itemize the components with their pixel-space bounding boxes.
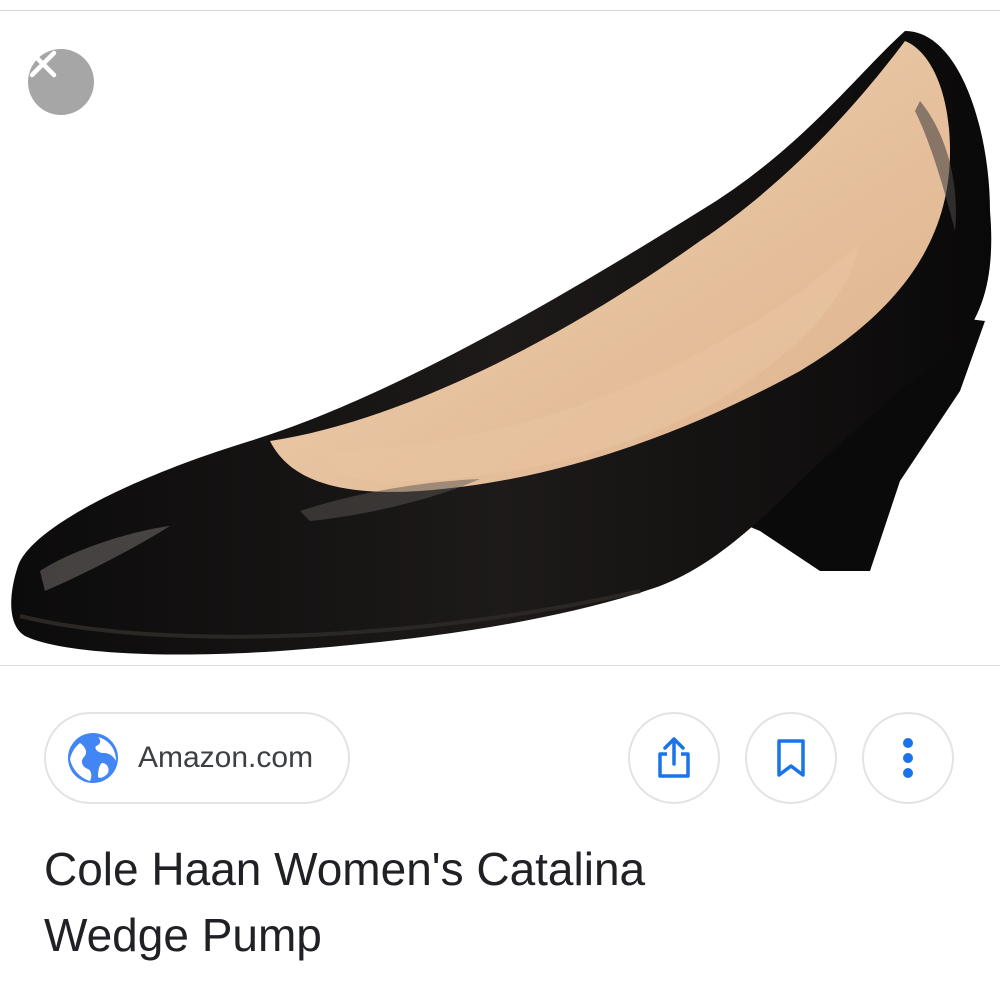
source-site-label: Amazon.com [138,741,314,774]
share-icon [658,737,690,778]
globe-icon [68,733,118,783]
close-button[interactable] [28,49,94,115]
result-title-line-1: Cole Haan Women's Catalina [44,843,646,895]
divider [0,665,1000,666]
result-title[interactable]: Cole Haan Women's Catalina Wedge Pump [44,836,964,968]
top-rule [0,0,1000,11]
product-image[interactable] [0,11,1000,665]
source-link[interactable]: Amazon.com [44,712,350,804]
close-icon [29,50,57,78]
shoe-image [11,31,992,655]
more-button[interactable] [862,712,954,804]
share-button[interactable] [628,712,720,804]
save-button[interactable] [745,712,837,804]
result-title-line-2: Wedge Pump [44,909,322,961]
bookmark-icon [777,739,805,777]
more-vertical-icon [903,738,913,778]
